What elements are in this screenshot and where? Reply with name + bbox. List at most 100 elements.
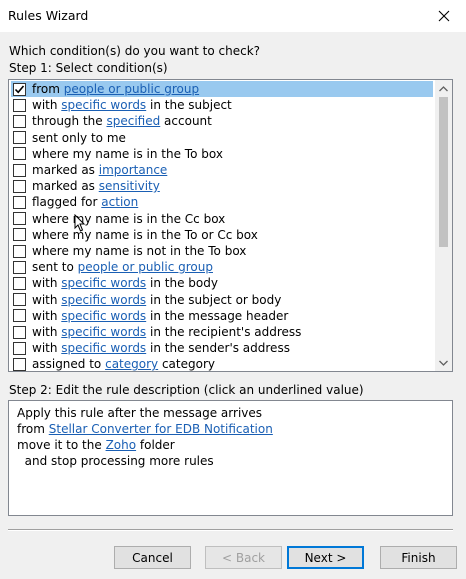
finish-button[interactable]: Finish xyxy=(380,546,457,569)
condition-checkbox[interactable] xyxy=(13,98,26,112)
back-button[interactable]: < Back xyxy=(205,546,282,569)
underlined-value-link[interactable]: Zoho xyxy=(106,438,137,452)
condition-label: assigned to category category xyxy=(32,357,215,371)
underlined-value-link[interactable]: Stellar Converter for EDB Notification xyxy=(49,422,273,436)
checkmark-icon xyxy=(14,84,25,93)
close-icon xyxy=(438,10,450,22)
scroll-up-button[interactable] xyxy=(435,80,452,97)
condition-row[interactable]: with specific words in the subject xyxy=(11,97,433,113)
condition-row[interactable]: through the specified account xyxy=(11,113,433,129)
window-title: Rules Wizard xyxy=(8,8,89,23)
condition-checkbox[interactable] xyxy=(13,131,26,145)
text-fragment: in the subject xyxy=(146,98,232,113)
text-fragment: Apply this rule after the message arrive… xyxy=(17,406,263,420)
condition-label: with specific words in the subject xyxy=(32,98,232,112)
condition-checkbox[interactable] xyxy=(13,260,26,274)
condition-label: with specific words in the body xyxy=(32,276,218,290)
condition-row[interactable]: sent only to me xyxy=(11,130,433,146)
underlined-value-link[interactable]: specific words xyxy=(61,341,146,355)
condition-checkbox[interactable] xyxy=(13,341,26,355)
text-fragment: folder xyxy=(136,438,175,452)
condition-checkbox[interactable] xyxy=(13,309,26,323)
text-fragment: in the body xyxy=(146,276,218,291)
text-fragment: account xyxy=(160,114,212,129)
conditions-prompt: Which condition(s) do you want to check? xyxy=(9,44,261,58)
rule-description-box: Apply this rule after the message arrive… xyxy=(8,400,453,516)
condition-checkbox[interactable] xyxy=(13,163,26,177)
chevron-down-icon xyxy=(439,360,448,366)
condition-label: with specific words in the subject or bo… xyxy=(32,293,281,307)
text-fragment: with xyxy=(32,325,62,339)
description-line: Apply this rule after the message arrive… xyxy=(17,405,452,421)
condition-label: with specific words in the sender's addr… xyxy=(32,341,290,355)
description-line: and stop processing more rules xyxy=(17,453,452,469)
text-fragment: where my name is in the To box xyxy=(32,146,223,161)
condition-row[interactable]: from people or public group xyxy=(11,81,433,97)
condition-row[interactable]: with specific words in the sender's addr… xyxy=(11,340,433,356)
condition-row[interactable]: marked as sensitivity xyxy=(11,178,433,194)
underlined-value-link[interactable]: specific words xyxy=(61,293,146,307)
condition-checkbox[interactable] xyxy=(13,244,26,258)
condition-label: where my name is in the Cc box xyxy=(32,212,225,226)
description-line: from Stellar Converter for EDB Notificat… xyxy=(17,421,452,437)
condition-row[interactable]: assigned to category category xyxy=(11,356,433,371)
condition-checkbox[interactable] xyxy=(13,325,26,339)
scroll-thumb[interactable] xyxy=(439,97,448,247)
underlined-value-link[interactable]: category xyxy=(105,357,158,371)
conditions-scrollbar[interactable] xyxy=(435,80,452,371)
text-fragment: from xyxy=(32,82,64,96)
condition-checkbox[interactable] xyxy=(13,357,26,371)
condition-checkbox[interactable] xyxy=(13,293,26,307)
condition-label: through the specified account xyxy=(32,114,212,128)
condition-checkbox[interactable] xyxy=(13,82,26,96)
underlined-value-link[interactable]: specific words xyxy=(61,98,146,112)
text-fragment: in the recipient's address xyxy=(146,325,302,339)
next-button[interactable]: Next > xyxy=(287,546,364,569)
condition-checkbox[interactable] xyxy=(13,228,26,242)
condition-checkbox[interactable] xyxy=(13,195,26,209)
condition-checkbox[interactable] xyxy=(13,114,26,128)
condition-row[interactable]: flagged for action xyxy=(11,194,433,210)
title-bar: Rules Wizard xyxy=(0,0,466,32)
condition-row[interactable]: with specific words in the message heade… xyxy=(11,308,433,324)
underlined-value-link[interactable]: people or public group xyxy=(78,260,213,274)
text-fragment: assigned to xyxy=(32,357,106,371)
condition-row[interactable]: with specific words in the subject or bo… xyxy=(11,292,433,308)
underlined-value-link[interactable]: specified xyxy=(106,114,160,128)
condition-checkbox[interactable] xyxy=(13,212,26,226)
scroll-down-button[interactable] xyxy=(435,354,452,371)
condition-label: with specific words in the recipient's a… xyxy=(32,325,301,339)
condition-label: marked as importance xyxy=(32,163,167,177)
text-fragment: move it to the xyxy=(17,438,106,452)
underlined-value-link[interactable]: specific words xyxy=(61,309,146,323)
underlined-value-link[interactable]: specific words xyxy=(61,276,146,290)
condition-label: flagged for action xyxy=(32,195,138,209)
text-fragment: in the sender's address xyxy=(146,341,290,356)
condition-row[interactable]: where my name is in the To box xyxy=(11,146,433,162)
condition-label: where my name is in the To box xyxy=(32,147,223,161)
underlined-value-link[interactable]: action xyxy=(101,195,138,209)
cancel-button[interactable]: Cancel xyxy=(114,546,191,569)
underlined-value-link[interactable]: sensitivity xyxy=(99,179,160,193)
underlined-value-link[interactable]: specific words xyxy=(61,325,146,339)
condition-label: with specific words in the message heade… xyxy=(32,309,288,323)
condition-row[interactable]: sent to people or public group xyxy=(11,259,433,275)
condition-label: from people or public group xyxy=(32,82,199,96)
condition-checkbox[interactable] xyxy=(13,276,26,290)
condition-row[interactable]: where my name is not in the To box xyxy=(11,243,433,259)
condition-checkbox[interactable] xyxy=(13,179,26,193)
text-fragment: with xyxy=(32,308,62,323)
condition-row[interactable]: with specific words in the body xyxy=(11,275,433,291)
underlined-value-link[interactable]: importance xyxy=(99,163,168,177)
button-separator xyxy=(8,529,453,531)
close-button[interactable] xyxy=(422,0,466,32)
text-fragment: in the message header xyxy=(146,308,289,323)
text-fragment: where my name is in the To or Cc box xyxy=(32,227,258,242)
underlined-value-link[interactable]: people or public group xyxy=(64,82,199,96)
text-fragment: with xyxy=(32,276,62,291)
condition-row[interactable]: with specific words in the recipient's a… xyxy=(11,324,433,340)
condition-checkbox[interactable] xyxy=(13,147,26,161)
condition-label: sent to people or public group xyxy=(32,260,213,274)
condition-row[interactable]: marked as importance xyxy=(11,162,433,178)
condition-label: where my name is in the To or Cc box xyxy=(32,228,258,242)
